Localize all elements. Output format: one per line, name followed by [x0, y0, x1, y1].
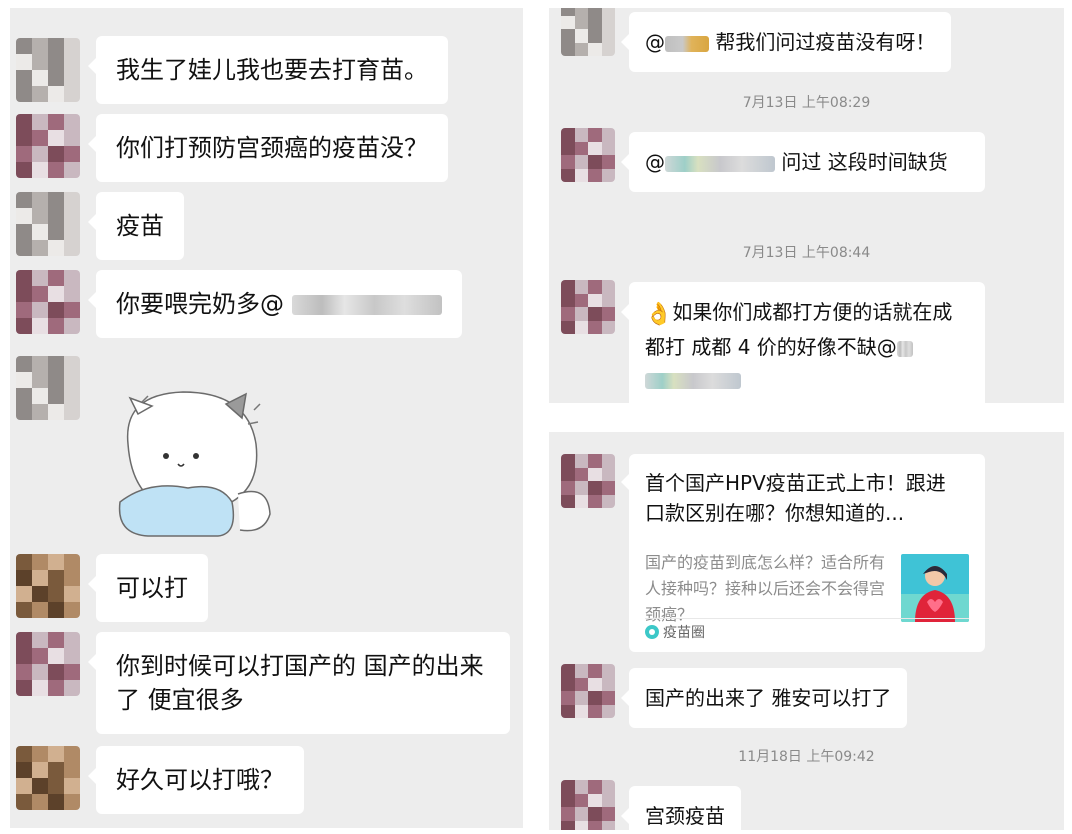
left-chat-panel: 我生了娃儿我也要去打育苗。 你们打预防宫颈癌的疫苗没？ 疫苗 你要喂完奶多@ 可…	[10, 8, 523, 828]
blurred-mention	[665, 155, 775, 172]
right-bottom-chat-panel: 首个国产HPV疫苗正式上市！跟进口款区别在哪？你想知道的... 国产的疫苗到底怎…	[549, 432, 1064, 830]
source-logo-icon	[645, 625, 659, 639]
timestamp: 7月13日 上午08:44	[742, 245, 871, 261]
shared-article-card[interactable]: 首个国产HPV疫苗正式上市！跟进口款区别在哪？你想知道的... 国产的疫苗到底怎…	[621, 454, 985, 652]
message-bubble[interactable]: 疫苗	[88, 192, 184, 260]
message-bubble[interactable]: 可以打	[88, 554, 208, 622]
message-bubble[interactable]: 你们打预防宫颈癌的疫苗没？	[88, 114, 448, 182]
ok-hand-emoji-icon: 👌	[645, 302, 673, 327]
avatar[interactable]	[16, 270, 80, 334]
blurred-mention	[291, 295, 442, 315]
divider	[645, 618, 969, 619]
timestamp: 11月18日 上午09:42	[738, 749, 875, 765]
avatar[interactable]	[16, 746, 80, 810]
avatar[interactable]	[16, 356, 80, 420]
mention-prefix: @	[645, 150, 665, 174]
article-description: 国产的疫苗到底怎么样？适合所有人接种吗？接种以后还会不会得宫颈癌？	[645, 553, 886, 624]
message-text: 可以打	[116, 574, 188, 602]
message-bubble[interactable]: 好久可以打哦？	[88, 746, 304, 814]
message-bubble[interactable]: @ 帮我们问过疫苗没有呀！	[620, 12, 952, 72]
cat-sticker[interactable]	[108, 384, 278, 544]
message-text: 你到时候可以打国产的 国产的出来了 便宜很多	[116, 652, 484, 714]
message-text: 好久可以打哦？	[116, 766, 284, 794]
avatar[interactable]	[16, 38, 80, 102]
avatar[interactable]	[561, 8, 615, 56]
message-bubble[interactable]: 宫颈疫苗	[621, 786, 741, 830]
avatar[interactable]	[561, 280, 615, 334]
avatar[interactable]	[561, 128, 615, 182]
source-name: 疫苗圈	[663, 625, 705, 641]
message-bubble[interactable]: @ 问过 这段时间缺货	[621, 132, 985, 192]
message-text: 帮我们问过疫苗没有呀！	[715, 30, 936, 54]
message-text: 宫颈疫苗	[645, 804, 725, 828]
message-text: 你们打预防宫颈癌的疫苗没？	[116, 134, 428, 162]
message-text: 问过 这段时间缺货	[775, 150, 948, 174]
message-bubble[interactable]: 你到时候可以打国产的 国产的出来了 便宜很多	[88, 632, 510, 734]
avatar[interactable]	[16, 114, 80, 178]
blurred-mention	[896, 340, 913, 357]
message-bubble[interactable]: 国产的出来了 雅安可以打了	[620, 668, 908, 728]
avatar[interactable]	[561, 454, 615, 508]
mention-prefix: @	[645, 30, 665, 54]
article-source: 疫苗圈	[645, 622, 705, 642]
avatar[interactable]	[561, 780, 615, 830]
message-bubble[interactable]: 你要喂完奶多@	[88, 270, 462, 338]
blurred-mention	[645, 372, 741, 389]
blurred-mention	[665, 35, 709, 52]
message-text: 我生了娃儿我也要去打育苗。	[116, 56, 428, 84]
message-bubble[interactable]: 我生了娃儿我也要去打育苗。	[88, 36, 448, 104]
avatar[interactable]	[16, 192, 80, 256]
message-text: 疫苗	[116, 212, 164, 240]
avatar[interactable]	[16, 554, 80, 618]
timestamp: 7月13日 上午08:29	[742, 95, 871, 111]
right-top-chat-panel: @ 帮我们问过疫苗没有呀！ 7月13日 上午08:29 @ 问过 这段时间缺货 …	[549, 8, 1064, 403]
message-bubble[interactable]: 👌如果你们成都打方便的话就在成都打 成都 4 价的好像不缺@	[621, 282, 985, 403]
message-text: 你要喂完奶多@	[116, 290, 284, 318]
avatar[interactable]	[561, 664, 615, 718]
article-title: 首个国产HPV疫苗正式上市！跟进口款区别在哪？你想知道的...	[645, 471, 946, 525]
avatar[interactable]	[16, 632, 80, 696]
message-text: 国产的出来了 雅安可以打了	[645, 686, 892, 710]
article-thumbnail	[901, 554, 969, 622]
